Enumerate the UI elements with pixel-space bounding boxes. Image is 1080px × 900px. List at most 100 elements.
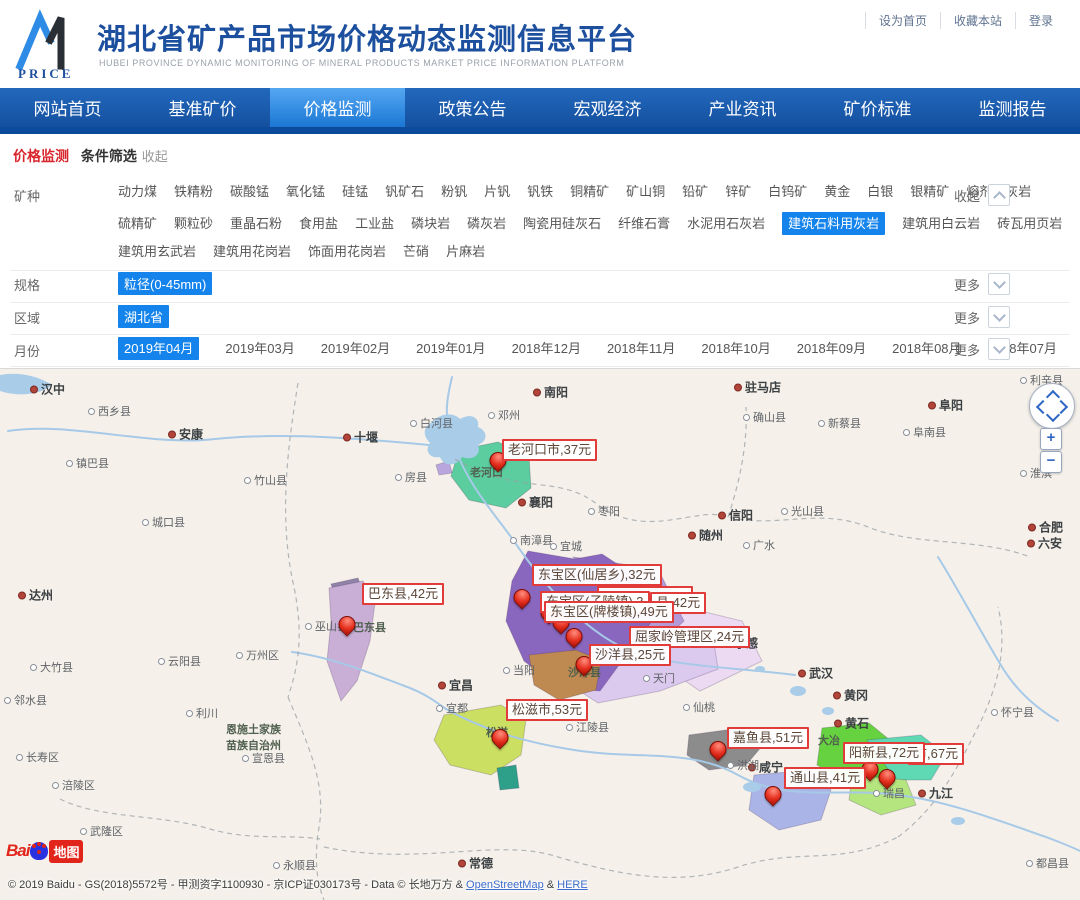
mineral-option[interactable]: 白钨矿 (768, 182, 807, 201)
month-option[interactable]: 2018年08月 (892, 339, 961, 358)
place-name: 宣恩县 (252, 750, 285, 766)
spec-selected-chip[interactable]: 粒径(0-45mm) (118, 272, 212, 295)
map-pin-icon[interactable] (710, 741, 727, 758)
map-place-label: 信阳 (718, 507, 753, 524)
place-name: 阜阳 (939, 397, 963, 414)
region-selected-chip[interactable]: 湖北省 (118, 305, 169, 328)
price-label[interactable]: 东宝区(仙居乡),32元 (532, 564, 662, 586)
mineral-option[interactable]: 硅锰 (342, 182, 368, 201)
mineral-option[interactable]: 动力煤 (118, 182, 157, 201)
mineral-option[interactable]: 陶瓷用硅灰石 (523, 214, 601, 233)
place-name: 房县 (405, 469, 427, 485)
mineral-option[interactable]: 磷块岩 (411, 214, 450, 233)
mineral-option[interactable]: 工业盐 (355, 214, 394, 233)
price-map[interactable]: 汉中 西乡县 镇巴县 安康 城口 (0, 368, 1080, 900)
mineral-option[interactable]: 铁精粉 (174, 182, 213, 201)
mineral-option[interactable]: 矿山铜 (626, 182, 665, 201)
nav-item[interactable]: 监测报告 (945, 88, 1080, 127)
month-option[interactable]: 2019年03月 (225, 339, 294, 358)
month-option[interactable]: 2019年02月 (321, 339, 390, 358)
mineral-collapse-button[interactable]: 收起 (954, 184, 1010, 206)
mineral-option[interactable]: 芒硝 (403, 242, 429, 261)
panel-collapse-link[interactable]: 收起 (142, 149, 168, 164)
month-option[interactable]: 2019年01月 (416, 339, 485, 358)
top-link[interactable]: 设为首页 (865, 12, 940, 29)
price-label[interactable]: 松滋市,53元 (506, 699, 588, 721)
nav-item[interactable]: 宏观经济 (540, 88, 675, 127)
mineral-option[interactable]: 纤维石膏 (618, 214, 670, 233)
zoom-in-button[interactable]: + (1040, 428, 1062, 450)
place-dot-icon (52, 782, 59, 789)
map-pin-icon[interactable] (765, 786, 782, 803)
mineral-option[interactable]: 建筑用花岗岩 (213, 242, 291, 261)
place-dot-icon (30, 385, 38, 393)
price-label[interactable]: 沙洋县,25元 (589, 644, 671, 666)
month-option[interactable]: 2019年04月 (118, 337, 199, 360)
map-pin-icon[interactable] (879, 769, 896, 786)
price-label[interactable]: 通山县,41元 (784, 767, 866, 789)
map-pin-icon[interactable] (566, 628, 583, 645)
place-dot-icon (158, 658, 165, 665)
price-label[interactable]: 阳新县,72元 (843, 742, 925, 764)
mineral-option[interactable]: 氧化锰 (286, 182, 325, 201)
mineral-option[interactable]: 重晶石粉 (230, 214, 282, 233)
mineral-option[interactable]: 硫精矿 (118, 214, 157, 233)
price-label[interactable]: 巴东县,42元 (362, 583, 444, 605)
map-pin-icon[interactable] (339, 616, 356, 633)
price-label[interactable]: 东宝区(牌楼镇),49元 (544, 601, 674, 623)
mineral-option[interactable]: 碳酸锰 (230, 182, 269, 201)
here-link[interactable]: HERE (557, 879, 588, 891)
nav-item[interactable]: 网站首页 (0, 88, 135, 127)
nav-item[interactable]: 矿价标准 (810, 88, 945, 127)
chevron-down-icon[interactable] (988, 273, 1010, 295)
nav-item[interactable]: 价格监测 (270, 88, 405, 127)
chevron-down-icon[interactable] (988, 306, 1010, 328)
top-link[interactable]: 登录 (1015, 12, 1066, 29)
mineral-option[interactable]: 锌矿 (725, 182, 751, 201)
map-pan-control[interactable] (1029, 383, 1075, 429)
mineral-option[interactable]: 水泥用石灰岩 (687, 214, 765, 233)
map-place-label: 九江 (918, 785, 953, 802)
mineral-option[interactable]: 钒矿石 (385, 182, 424, 201)
price-label[interactable]: 嘉鱼县,51元 (727, 727, 809, 749)
mineral-option[interactable]: 磷灰岩 (467, 214, 506, 233)
map-place-label: 大冶 (818, 732, 840, 748)
month-option[interactable]: 2018年12月 (512, 339, 581, 358)
place-name: 广水 (753, 537, 775, 553)
mineral-option[interactable]: 颗粒砂 (174, 214, 213, 233)
nav-item[interactable]: 产业资讯 (675, 88, 810, 127)
mineral-option[interactable]: 白银 (867, 182, 893, 201)
mineral-option[interactable]: 建筑用白云岩 (902, 214, 980, 233)
mineral-option[interactable]: 饰面用花岗岩 (308, 242, 386, 261)
mineral-option[interactable]: 黄金 (824, 182, 850, 201)
chevron-up-icon[interactable] (988, 184, 1010, 206)
mineral-option[interactable]: 铅矿 (682, 182, 708, 201)
map-pin-icon[interactable] (492, 729, 509, 746)
place-name: 万州区 (246, 647, 279, 663)
mineral-option[interactable]: 粉钒 (441, 182, 467, 201)
region-more-button[interactable]: 更多 (954, 306, 1010, 328)
month-option[interactable]: 2018年09月 (797, 339, 866, 358)
chevron-down-icon[interactable] (988, 338, 1010, 360)
zoom-out-button[interactable]: − (1040, 451, 1062, 473)
month-option[interactable]: 2018年11月 (607, 339, 675, 358)
openstreetmap-link[interactable]: OpenStreetMap (466, 879, 544, 891)
nav-item[interactable]: 政策公告 (405, 88, 540, 127)
mineral-option[interactable]: 建筑用玄武岩 (118, 242, 196, 261)
spec-more-button[interactable]: 更多 (954, 273, 1010, 295)
mineral-option[interactable]: 片钒 (484, 182, 510, 201)
divider (10, 366, 1070, 367)
mineral-option[interactable]: 钒铁 (527, 182, 553, 201)
mineral-option[interactable]: 砖瓦用页岩 (997, 214, 1062, 233)
mineral-option[interactable]: 铜精矿 (570, 182, 609, 201)
mineral-option[interactable]: 银精矿 (910, 182, 949, 201)
month-option[interactable]: 2018年10月 (701, 339, 770, 358)
mineral-option[interactable]: 建筑石料用灰岩 (782, 212, 885, 235)
mineral-option[interactable]: 食用盐 (299, 214, 338, 233)
nav-item[interactable]: 基准矿价 (135, 88, 270, 127)
mineral-option[interactable]: 片麻岩 (446, 242, 485, 261)
price-label[interactable]: 老河口市,37元 (502, 439, 597, 461)
top-link[interactable]: 收藏本站 (940, 12, 1015, 29)
month-more-button[interactable]: 更多 (954, 338, 1010, 360)
map-pin-icon[interactable] (514, 589, 531, 606)
